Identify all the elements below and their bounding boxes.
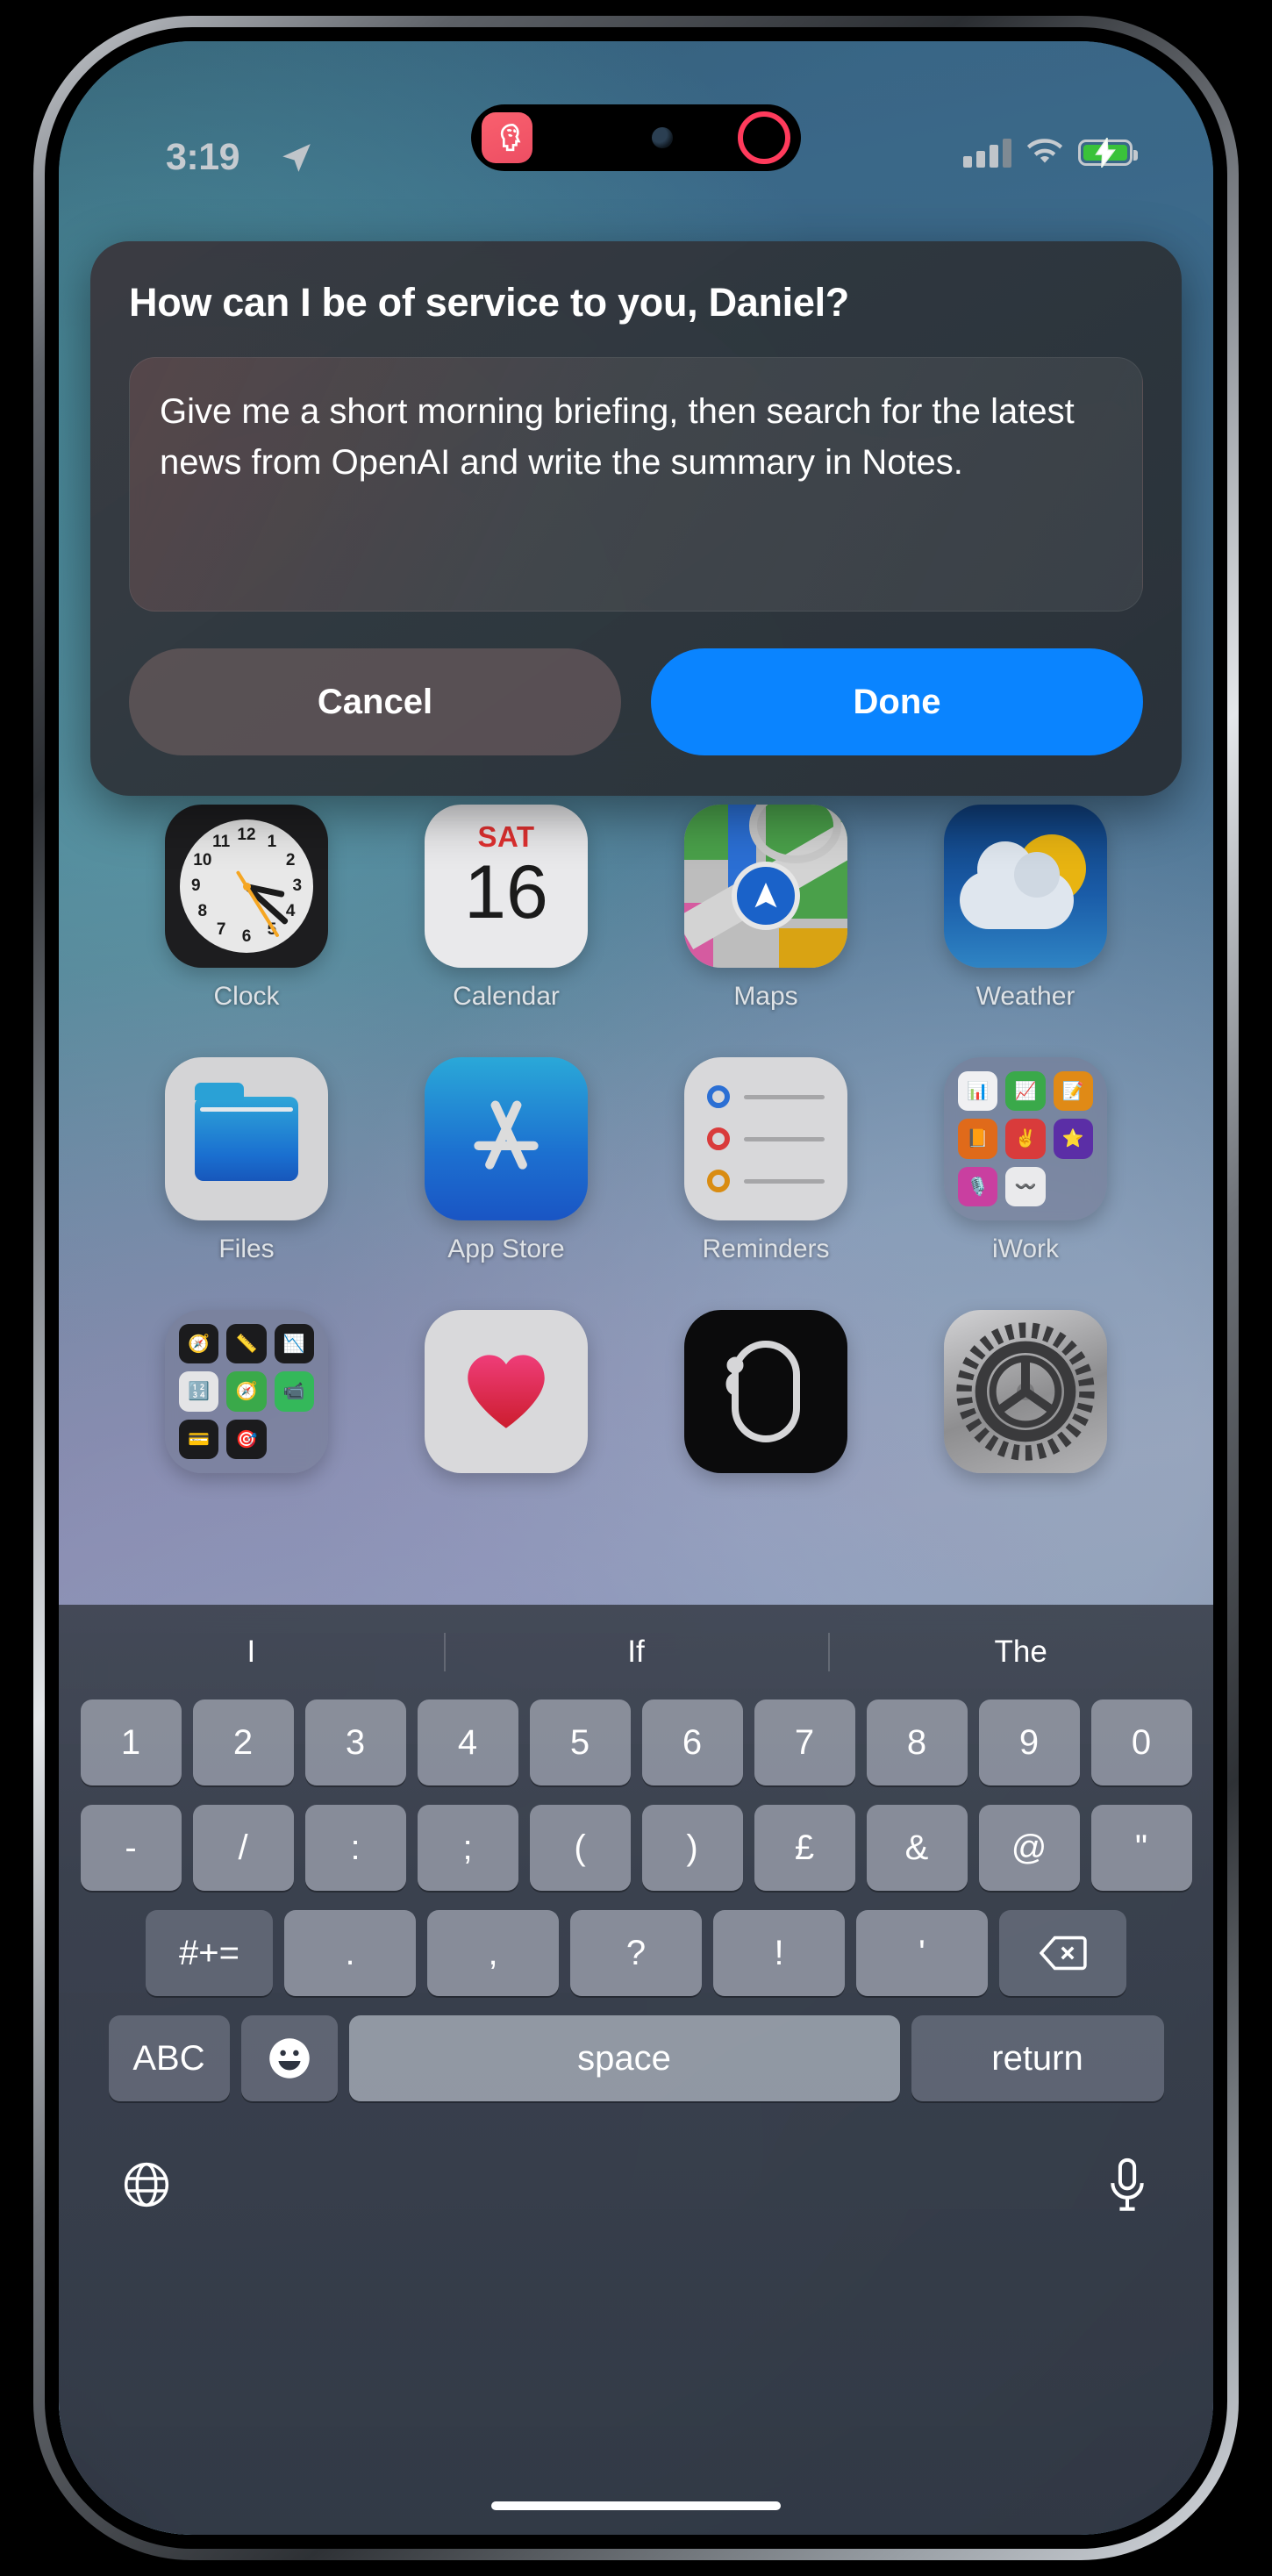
app-label: Weather (975, 982, 1075, 1011)
key-9[interactable]: 9 (978, 1699, 1080, 1785)
location-arrow-icon (280, 141, 313, 179)
backspace-icon[interactable] (999, 1910, 1126, 1996)
status-time: 3:19 (166, 136, 240, 178)
phone-screen: 3: 1 9 12 1 2 3 4 6 7 8 9 10 11 Clock SAT … (59, 41, 1213, 2535)
suggestion-2[interactable]: The (828, 1635, 1213, 1670)
onscreen-keyboard: I If The 1 2 3 4 5 6 7 8 9 0 - /: ; ()… (59, 1605, 1213, 2535)
app-weather[interactable]: Weather (896, 805, 1155, 1012)
phone-bezel: 3: 1 9 12 1 2 3 4 6 7 8 9 10 11 Clock SAT … (45, 27, 1227, 2549)
prompt-input[interactable]: Give me a short morning briefing, then s… (129, 357, 1143, 612)
key-abc[interactable]: ABC (108, 2015, 230, 2101)
app-watch[interactable] (636, 1310, 896, 1487)
done-button[interactable]: Done (651, 648, 1143, 755)
watch-app-icon[interactable] (684, 1310, 847, 1473)
key-quote[interactable]: " (1090, 1805, 1192, 1891)
key-3[interactable]: 3 (304, 1699, 406, 1785)
siri-recording-ring-icon[interactable] (738, 111, 790, 164)
key-colon[interactable]: : (304, 1805, 406, 1891)
app-maps[interactable]: Maps (636, 805, 896, 1012)
app-label: Reminders (702, 1234, 830, 1263)
key-6[interactable]: 6 (641, 1699, 743, 1785)
key-paren-close[interactable]: ) (641, 1805, 743, 1891)
prompt-text: Give me a short morning briefing, then s… (160, 392, 1075, 483)
app-store-app-icon[interactable] (425, 1057, 588, 1220)
home-indicator[interactable] (491, 2501, 781, 2510)
maps-app-icon[interactable] (684, 805, 847, 968)
app-reminders[interactable]: Reminders (636, 1057, 896, 1264)
suggestion-bar: I If The (59, 1605, 1213, 1699)
suggestion-0[interactable]: I (59, 1635, 444, 1670)
folder-iwork[interactable]: 📊 📈 📝 📙 ✌️ ⭐ 🎙️ 〰️ iWork (896, 1057, 1155, 1264)
phone-frame: 3: 1 9 12 1 2 3 4 6 7 8 9 10 11 Clock SAT … (33, 16, 1239, 2560)
keyboard-row-bottom: ABC space return (59, 2015, 1213, 2101)
dynamic-island[interactable] (471, 104, 801, 171)
key-period[interactable]: . (284, 1910, 416, 1996)
status-indicators (963, 138, 1138, 168)
keyboard-row-punctuation: #+= . , ? ! ' (59, 1910, 1213, 1996)
home-screen-app-grid: 12 1 2 3 4 5 6 7 8 9 10 11 (59, 805, 1213, 1487)
key-at[interactable]: @ (978, 1805, 1080, 1891)
settings-app-icon[interactable] (944, 1310, 1107, 1473)
key-symbols-toggle[interactable]: #+= (146, 1910, 273, 1996)
app-label: iWork (991, 1234, 1060, 1263)
front-camera-icon (652, 127, 674, 148)
app-settings[interactable] (896, 1310, 1155, 1487)
key-return[interactable]: return (911, 2015, 1164, 2101)
cancel-button[interactable]: Cancel (129, 648, 621, 755)
folder-utilities[interactable]: 🧭 📏 📉 🔢 🧭 📹 💳 🎯 (117, 1310, 376, 1487)
iwork-folder-icon[interactable]: 📊 📈 📝 📙 ✌️ ⭐ 🎙️ 〰️ (944, 1057, 1107, 1220)
dialog-title: How can I be of service to you, Daniel? (129, 280, 849, 325)
app-app-store[interactable]: App Store (376, 1057, 636, 1264)
key-apostrophe[interactable]: ' (856, 1910, 988, 1996)
app-label: Maps (733, 982, 798, 1011)
app-health[interactable] (376, 1310, 636, 1487)
keyboard-row-numbers: 1 2 3 4 5 6 7 8 9 0 (59, 1699, 1213, 1785)
cellular-signal-icon (963, 138, 1011, 168)
key-5[interactable]: 5 (529, 1699, 631, 1785)
key-question[interactable]: ? (570, 1910, 702, 1996)
files-app-icon[interactable] (165, 1057, 328, 1220)
utilities-folder-icon[interactable]: 🧭 📏 📉 🔢 🧭 📹 💳 🎯 (165, 1310, 328, 1473)
battery-charging-icon (1078, 138, 1138, 168)
key-0[interactable]: 0 (1090, 1699, 1192, 1785)
dialog-actions: Cancel Done (129, 648, 1143, 755)
app-label: App Store (447, 1234, 565, 1263)
wifi-icon (1026, 139, 1063, 163)
app-files[interactable]: Files (117, 1057, 376, 1264)
key-2[interactable]: 2 (192, 1699, 294, 1785)
suggestion-1[interactable]: If (444, 1635, 829, 1670)
key-ampersand[interactable]: & (866, 1805, 968, 1891)
weather-app-icon[interactable] (944, 805, 1107, 968)
reminders-app-icon[interactable] (684, 1057, 847, 1220)
keyboard-bottom-bar (59, 2121, 1213, 2252)
globe-icon[interactable] (122, 2160, 171, 2214)
key-slash[interactable]: / (192, 1805, 294, 1891)
health-app-icon[interactable] (425, 1310, 588, 1473)
key-hyphen[interactable]: - (80, 1805, 182, 1891)
calendar-day: 16 (464, 850, 548, 934)
key-7[interactable]: 7 (754, 1699, 855, 1785)
key-semicolon[interactable]: ; (417, 1805, 518, 1891)
key-comma[interactable]: , (427, 1910, 559, 1996)
key-8[interactable]: 8 (866, 1699, 968, 1785)
keyboard-row-symbols: - / : ; ( ) £ & @ " (59, 1805, 1213, 1891)
key-exclamation[interactable]: ! (713, 1910, 845, 1996)
app-calendar[interactable]: SAT 16 Calendar (376, 805, 636, 1012)
calendar-app-icon[interactable]: SAT 16 (425, 805, 588, 968)
calendar-weekday: SAT (477, 820, 535, 853)
app-label: Files (218, 1234, 275, 1263)
key-1[interactable]: 1 (80, 1699, 182, 1785)
clock-app-icon[interactable]: 12 1 2 3 4 5 6 7 8 9 10 11 (165, 805, 328, 968)
key-4[interactable]: 4 (417, 1699, 518, 1785)
brain-head-icon[interactable] (482, 112, 532, 163)
app-label: Calendar (453, 982, 560, 1011)
app-clock[interactable]: 12 1 2 3 4 5 6 7 8 9 10 11 (117, 805, 376, 1012)
siri-prompt-dialog: How can I be of service to you, Daniel? … (90, 241, 1182, 796)
emoji-smiley-icon[interactable] (240, 2015, 338, 2101)
key-space[interactable]: space (348, 2015, 900, 2101)
key-pound[interactable]: £ (754, 1805, 855, 1891)
microphone-icon[interactable] (1104, 2157, 1150, 2216)
key-paren-open[interactable]: ( (529, 1805, 631, 1891)
app-label: Clock (213, 982, 280, 1011)
